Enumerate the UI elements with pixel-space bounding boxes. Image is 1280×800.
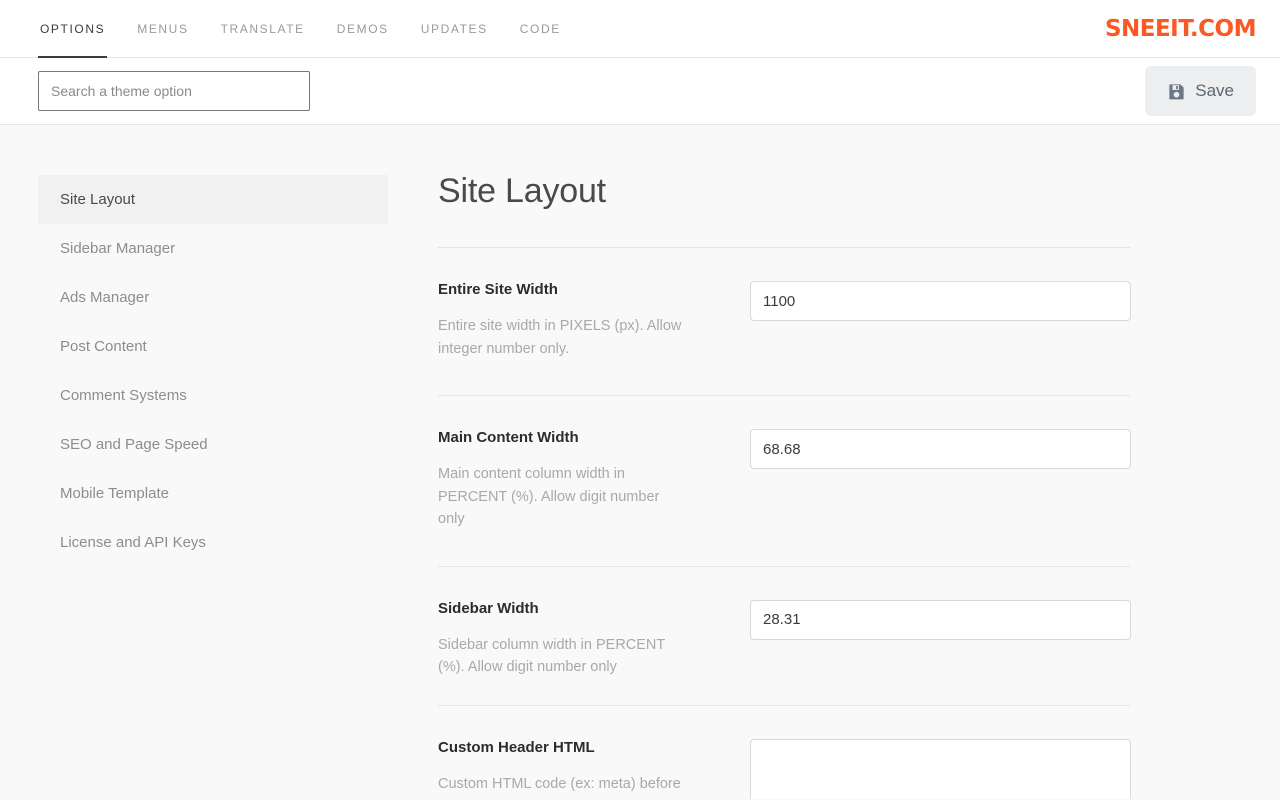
- tab-demos-label: DEMOS: [336, 21, 389, 36]
- field-main-content-width: Main Content Width Main content column w…: [438, 396, 1131, 531]
- options-panel: Site Layout Entire Site Width Entire sit…: [438, 125, 1280, 799]
- sidebar-item-license-and-api-keys[interactable]: License and API Keys: [38, 518, 388, 567]
- nav-tab-list: OPTIONS MENUS TRANSLATE DEMOS UPDATES CO…: [0, 0, 577, 58]
- tab-code-label: CODE: [519, 21, 561, 36]
- field-label: Custom Header HTML: [438, 738, 595, 756]
- field-label: Sidebar Width: [438, 599, 539, 617]
- field-description: Custom HTML code (ex: meta) before end o…: [438, 775, 681, 800]
- sidebar-width-input[interactable]: [750, 599, 1131, 640]
- sidebar-item-post-content[interactable]: Post Content: [38, 322, 388, 371]
- sidebar-item-sidebar-manager[interactable]: Sidebar Manager: [38, 224, 388, 273]
- tab-menus-label: MENUS: [137, 21, 189, 36]
- tab-translate-label: TRANSLATE: [220, 21, 305, 36]
- save-button[interactable]: Save: [1145, 66, 1256, 116]
- field-sidebar-width: Sidebar Width Sidebar column width in PE…: [438, 567, 1131, 679]
- tab-options-label: OPTIONS: [40, 21, 106, 36]
- top-navigation-bar: OPTIONS MENUS TRANSLATE DEMOS UPDATES CO…: [0, 0, 1280, 58]
- custom-header-html-textarea[interactable]: [750, 738, 1131, 799]
- floppy-disk-icon: [1167, 82, 1186, 101]
- field-text-block: Sidebar Width Sidebar column width in PE…: [438, 600, 750, 679]
- sidebar-item-label: SEO and Page Speed: [60, 436, 208, 453]
- save-button-label: Save: [1195, 81, 1234, 100]
- sidebar-item-label: Ads Manager: [60, 289, 150, 306]
- sidebar-item-site-layout[interactable]: Site Layout: [38, 175, 388, 224]
- sidebar-item-label: Post Content: [60, 338, 147, 355]
- field-label: Main Content Width: [438, 429, 579, 446]
- field-label: Entire Site Width: [438, 281, 558, 298]
- sidebar-item-label: Mobile Template: [60, 485, 169, 502]
- field-control: [750, 281, 1131, 321]
- field-description: Entire site width in PIXELS (px). Allow …: [438, 318, 682, 357]
- field-text-block: Custom Header HTML Custom HTML code (ex:…: [438, 739, 750, 800]
- tab-updates[interactable]: UPDATES: [405, 0, 504, 57]
- tab-menus[interactable]: MENUS: [121, 0, 204, 57]
- tab-demos[interactable]: DEMOS: [321, 0, 405, 57]
- tab-translate[interactable]: TRANSLATE: [205, 0, 321, 57]
- field-control: [750, 738, 1131, 799]
- sidebar-item-label: Comment Systems: [60, 387, 187, 404]
- field-control: [750, 429, 1131, 469]
- field-description: Main content column width in PERCENT (%)…: [438, 466, 660, 527]
- brand-logo[interactable]: SNEEIT.COM: [1105, 0, 1280, 57]
- sidebar-item-ads-manager[interactable]: Ads Manager: [38, 273, 388, 322]
- sidebar-item-comment-systems[interactable]: Comment Systems: [38, 371, 388, 420]
- sidebar-item-mobile-template[interactable]: Mobile Template: [38, 469, 388, 518]
- field-control: [750, 599, 1131, 640]
- field-custom-header-html: Custom Header HTML Custom HTML code (ex:…: [438, 706, 1131, 800]
- toolbar: Save: [0, 58, 1280, 125]
- field-text-block: Main Content Width Main content column w…: [438, 429, 750, 531]
- main-content-width-input[interactable]: [750, 429, 1131, 469]
- tab-code[interactable]: CODE: [504, 0, 577, 57]
- sidebar-item-label: Site Layout: [60, 191, 136, 208]
- options-sidebar: Site Layout Sidebar Manager Ads Manager …: [0, 125, 438, 799]
- page-body: Site Layout Sidebar Manager Ads Manager …: [0, 125, 1280, 799]
- sidebar-item-seo-and-page-speed[interactable]: SEO and Page Speed: [38, 420, 388, 469]
- sidebar-item-label: Sidebar Manager: [60, 240, 176, 257]
- page-title: Site Layout: [438, 172, 606, 210]
- tab-updates-label: UPDATES: [420, 21, 488, 36]
- field-text-block: Entire Site Width Entire site width in P…: [438, 281, 750, 360]
- entire-site-width-input[interactable]: [750, 281, 1131, 321]
- search-input[interactable]: [38, 71, 310, 111]
- field-entire-site-width: Entire Site Width Entire site width in P…: [438, 248, 1131, 360]
- tab-options[interactable]: OPTIONS: [24, 0, 121, 58]
- sidebar-item-label: License and API Keys: [60, 534, 206, 551]
- field-description: Sidebar column width in PERCENT (%). All…: [438, 636, 665, 676]
